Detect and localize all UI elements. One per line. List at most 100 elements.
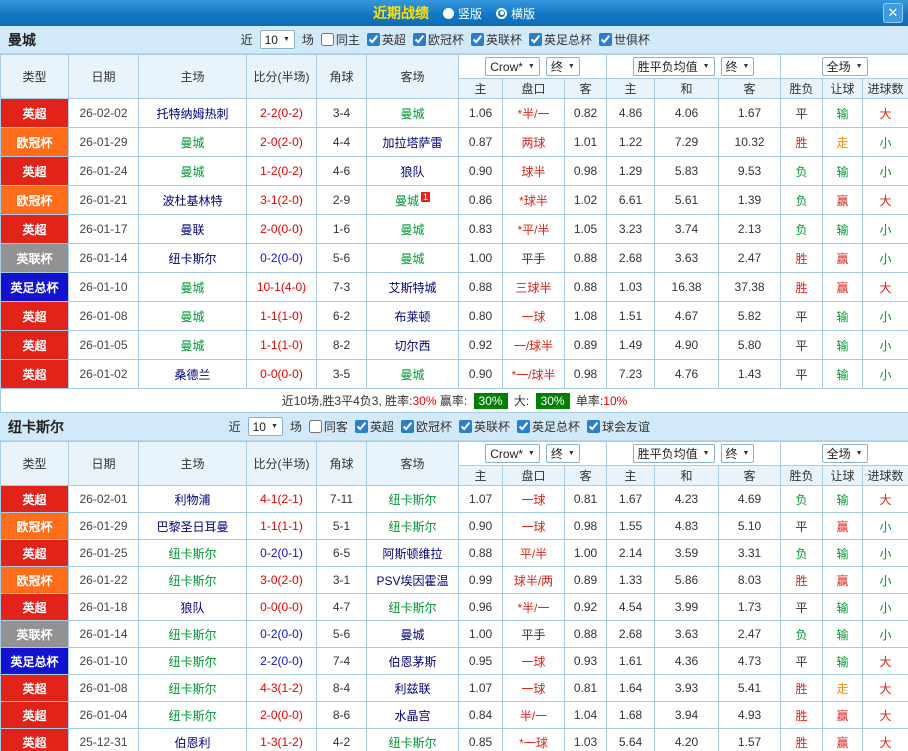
odds-source-select[interactable]: Crow*▼ bbox=[485, 444, 540, 463]
home-team-link[interactable]: 利物浦 bbox=[139, 486, 247, 513]
home-team-link[interactable]: 伯恩利 bbox=[139, 729, 247, 751]
match-row: 英超26-01-02桑德兰0-0(0-0)3-5曼城0.90*一/球半0.987… bbox=[1, 360, 908, 389]
same-venue-checkbox-box[interactable] bbox=[309, 420, 322, 433]
away-team-link[interactable]: 布莱顿 bbox=[367, 302, 459, 331]
same-venue-checkbox[interactable]: 同主 bbox=[321, 31, 360, 48]
league-filter-0-box[interactable] bbox=[367, 33, 380, 46]
corner-cell: 7-4 bbox=[317, 648, 367, 675]
home-team-link[interactable]: 纽卡斯尔 bbox=[139, 702, 247, 729]
radio-horizontal-option[interactable]: 横版 bbox=[496, 5, 535, 22]
league-filter-1-box[interactable] bbox=[413, 33, 426, 46]
away-team-link[interactable]: PSV埃因霍温 bbox=[367, 567, 459, 594]
league-filter-0-box[interactable] bbox=[355, 420, 368, 433]
league-filter-2-box[interactable] bbox=[471, 33, 484, 46]
league-cell: 英超 bbox=[1, 157, 69, 186]
home-team-link[interactable]: 曼城 bbox=[139, 128, 247, 157]
away-team-link[interactable]: 利兹联 bbox=[367, 675, 459, 702]
away-team-link[interactable]: 纽卡斯尔 bbox=[367, 486, 459, 513]
match-row: 英超26-01-05曼城1-1(1-0)8-2切尔西0.92一/球半0.891.… bbox=[1, 331, 908, 360]
away-team-link[interactable]: 曼城1 bbox=[367, 186, 459, 215]
match-count-select[interactable]: 10▼ bbox=[260, 30, 295, 49]
scope-select[interactable]: 全场▼ bbox=[822, 57, 868, 76]
league-filter-0[interactable]: 英超 bbox=[355, 418, 394, 435]
away-team-link[interactable]: 纽卡斯尔 bbox=[367, 594, 459, 621]
away-team-link[interactable]: 阿斯顿维拉 bbox=[367, 540, 459, 567]
goals-result-cell: 小 bbox=[863, 331, 908, 360]
league-filter-4-box[interactable] bbox=[587, 420, 600, 433]
odds-home-cell: 0.95 bbox=[459, 648, 503, 675]
away-team-link[interactable]: 纽卡斯尔 bbox=[367, 513, 459, 540]
league-filter-4[interactable]: 球会友谊 bbox=[587, 418, 650, 435]
away-team-link[interactable]: 曼城 bbox=[367, 360, 459, 389]
league-cell: 英超 bbox=[1, 675, 69, 702]
avg-time-select[interactable]: 终▼ bbox=[721, 444, 755, 463]
avg-type-select[interactable]: 胜平负均值▼ bbox=[633, 444, 715, 463]
away-team-link[interactable]: 狼队 bbox=[367, 157, 459, 186]
scope-select[interactable]: 全场▼ bbox=[822, 444, 868, 463]
home-team-link[interactable]: 巴黎圣日耳曼 bbox=[139, 513, 247, 540]
home-team-link[interactable]: 纽卡斯尔 bbox=[139, 675, 247, 702]
home-team-link[interactable]: 纽卡斯尔 bbox=[139, 648, 247, 675]
odds-select-cell: Crow*▼ 终▼ bbox=[459, 442, 607, 466]
home-team-link[interactable]: 纽卡斯尔 bbox=[139, 621, 247, 648]
red-card-badge: 1 bbox=[421, 192, 430, 202]
odds-source-select[interactable]: Crow*▼ bbox=[485, 57, 540, 76]
home-team-link[interactable]: 曼城 bbox=[139, 157, 247, 186]
column-header: 进球数 bbox=[863, 466, 908, 486]
away-team-link[interactable]: 切尔西 bbox=[367, 331, 459, 360]
home-team-link[interactable]: 纽卡斯尔 bbox=[139, 244, 247, 273]
radio-button-icon[interactable] bbox=[443, 8, 454, 19]
away-team-link[interactable]: 伯恩茅斯 bbox=[367, 648, 459, 675]
league-filter-1-box[interactable] bbox=[401, 420, 414, 433]
away-team-link[interactable]: 曼城 bbox=[367, 99, 459, 128]
league-filter-1[interactable]: 欧冠杯 bbox=[401, 418, 452, 435]
column-header: 和 bbox=[655, 79, 719, 99]
same-venue-checkbox[interactable]: 同客 bbox=[309, 418, 348, 435]
same-venue-checkbox-box[interactable] bbox=[321, 33, 334, 46]
avg-type-select[interactable]: 胜平负均值▼ bbox=[633, 57, 715, 76]
league-filter-4-box[interactable] bbox=[599, 33, 612, 46]
league-filter-3[interactable]: 英足总杯 bbox=[529, 31, 592, 48]
match-row: 英足总杯26-01-10纽卡斯尔2-2(0-0)7-4伯恩茅斯0.95一球0.9… bbox=[1, 648, 908, 675]
league-filter-4[interactable]: 世俱杯 bbox=[599, 31, 650, 48]
home-team-link[interactable]: 纽卡斯尔 bbox=[139, 567, 247, 594]
home-team-link[interactable]: 曼联 bbox=[139, 215, 247, 244]
avg-away-cell: 5.41 bbox=[719, 675, 781, 702]
odds-time-select[interactable]: 终▼ bbox=[546, 57, 580, 76]
home-team-link[interactable]: 托特纳姆热刺 bbox=[139, 99, 247, 128]
column-header: 进球数 bbox=[863, 79, 908, 99]
league-filter-3-box[interactable] bbox=[517, 420, 530, 433]
away-team-link[interactable]: 水晶宫 bbox=[367, 702, 459, 729]
handicap-cell: *一/球半 bbox=[503, 360, 565, 389]
league-filter-2-box[interactable] bbox=[459, 420, 472, 433]
home-team-link[interactable]: 桑德兰 bbox=[139, 360, 247, 389]
home-team-link[interactable]: 纽卡斯尔 bbox=[139, 540, 247, 567]
odds-time-select[interactable]: 终▼ bbox=[546, 444, 580, 463]
away-team-link[interactable]: 艾斯特城 bbox=[367, 273, 459, 302]
avg-time-select[interactable]: 终▼ bbox=[721, 57, 755, 76]
home-team-link[interactable]: 曼城 bbox=[139, 302, 247, 331]
scope-select-cell: 全场▼ bbox=[781, 55, 908, 79]
league-filter-3[interactable]: 英足总杯 bbox=[517, 418, 580, 435]
match-count-select[interactable]: 10▼ bbox=[248, 417, 283, 436]
away-team-link[interactable]: 曼城 bbox=[367, 244, 459, 273]
match-row: 英超26-01-25纽卡斯尔0-2(0-1)6-5阿斯顿维拉0.88平/半1.0… bbox=[1, 540, 908, 567]
home-team-link[interactable]: 波杜基林特 bbox=[139, 186, 247, 215]
league-filter-2[interactable]: 英联杯 bbox=[471, 31, 522, 48]
away-team-link[interactable]: 加拉塔萨雷 bbox=[367, 128, 459, 157]
league-filter-2[interactable]: 英联杯 bbox=[459, 418, 510, 435]
league-filter-1[interactable]: 欧冠杯 bbox=[413, 31, 464, 48]
league-filter-0[interactable]: 英超 bbox=[367, 31, 406, 48]
home-team-link[interactable]: 狼队 bbox=[139, 594, 247, 621]
league-filter-3-box[interactable] bbox=[529, 33, 542, 46]
close-button[interactable]: ✕ bbox=[883, 3, 903, 23]
radio-vertical-option[interactable]: 竖版 bbox=[443, 5, 482, 22]
home-team-link[interactable]: 曼城 bbox=[139, 331, 247, 360]
column-header: 胜负 bbox=[781, 79, 823, 99]
league-cell: 欧冠杯 bbox=[1, 567, 69, 594]
away-team-link[interactable]: 曼城 bbox=[367, 215, 459, 244]
radio-button-checked-icon[interactable] bbox=[496, 8, 507, 19]
home-team-link[interactable]: 曼城 bbox=[139, 273, 247, 302]
away-team-link[interactable]: 纽卡斯尔 bbox=[367, 729, 459, 751]
away-team-link[interactable]: 曼城 bbox=[367, 621, 459, 648]
